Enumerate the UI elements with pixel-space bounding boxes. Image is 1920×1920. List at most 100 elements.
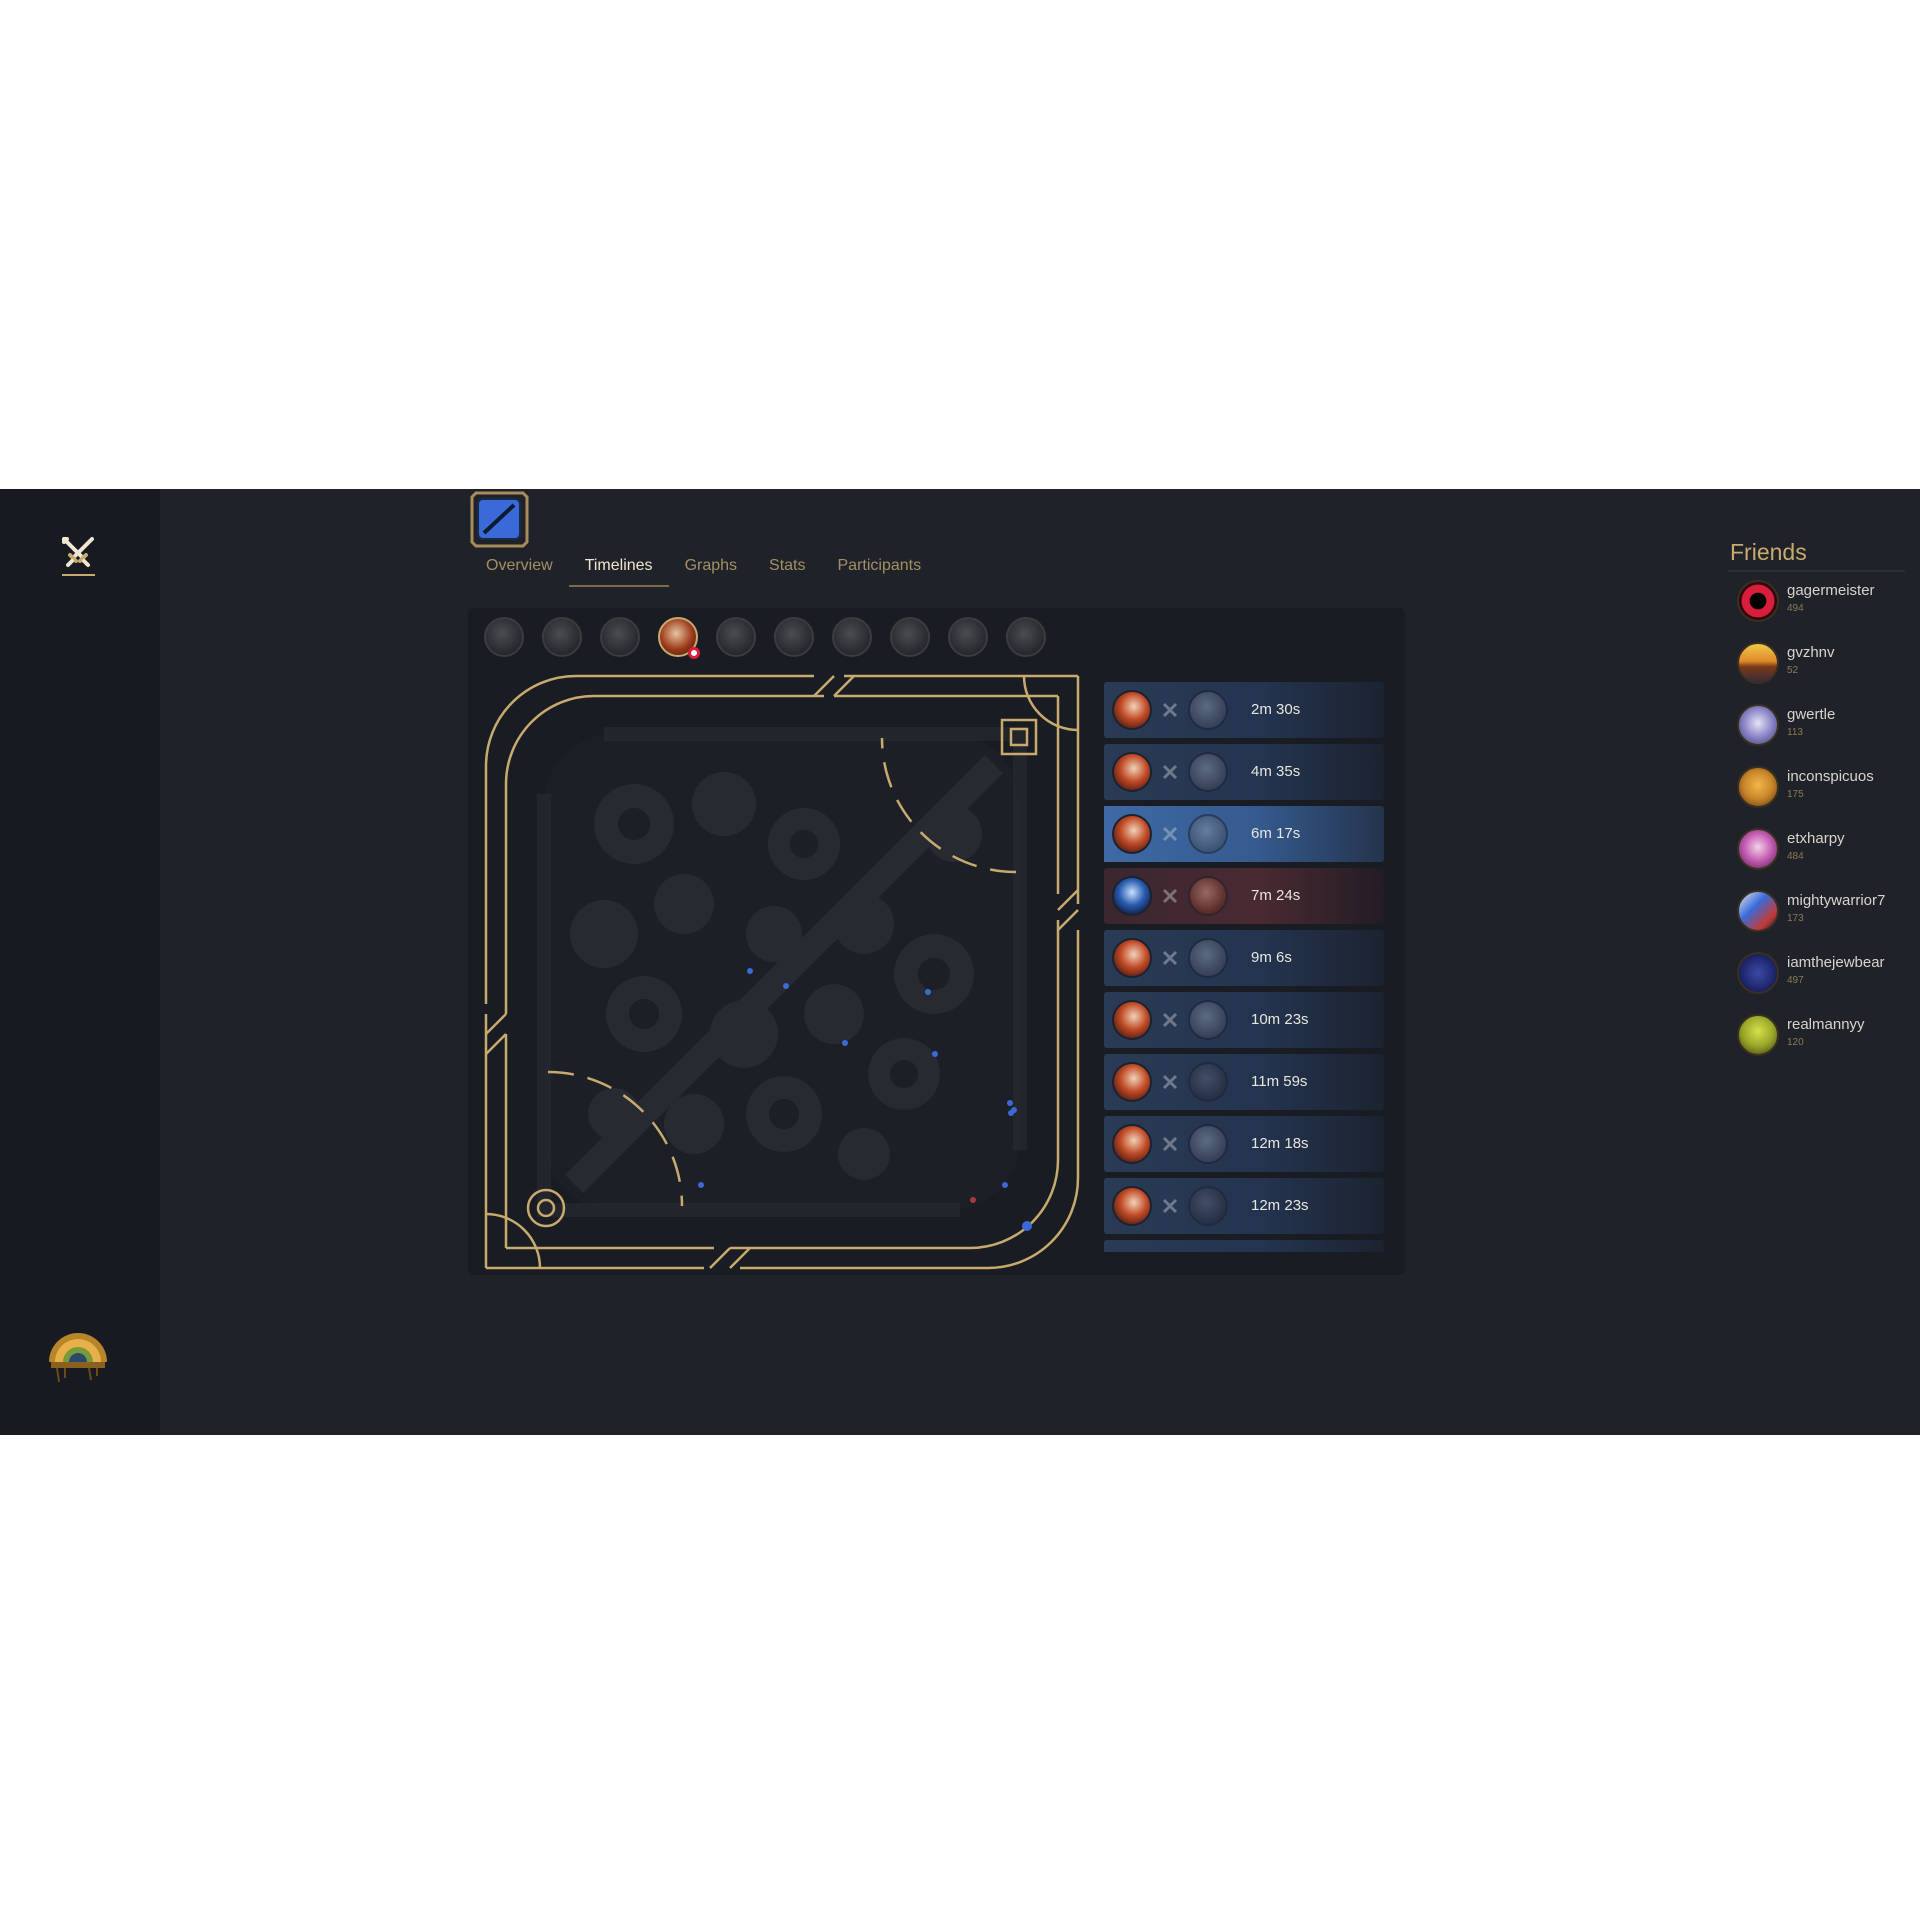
friend-avatar	[1737, 580, 1779, 622]
friend-item[interactable]: inconspicuos 175	[1728, 766, 1908, 828]
killer-portrait	[1112, 752, 1152, 792]
champion-filter-1[interactable]	[484, 617, 524, 657]
sword-icon	[1162, 888, 1178, 904]
friend-level: 484	[1787, 851, 1804, 862]
victim-portrait	[1188, 1124, 1228, 1164]
event-time: 4m 35s	[1251, 763, 1301, 780]
event-time: 6m 17s	[1251, 825, 1301, 842]
event-row-partial[interactable]	[1104, 1240, 1384, 1252]
event-time: 12m 18s	[1251, 1135, 1309, 1152]
killer-portrait	[1112, 690, 1152, 730]
victim-portrait	[1188, 876, 1228, 916]
killer-portrait	[1112, 1124, 1152, 1164]
champion-filter-7[interactable]	[832, 617, 872, 657]
event-row[interactable]: 4m 35s	[1104, 744, 1384, 800]
sword-icon	[1162, 1198, 1178, 1214]
event-time: 9m 6s	[1251, 949, 1292, 966]
kill-event-list[interactable]: 2m 30s 4m 35s 6m 17s 7m 24s 9m 6s 10m 23…	[1104, 682, 1384, 1252]
tab-stats[interactable]: Stats	[753, 551, 821, 587]
killer-portrait	[1112, 938, 1152, 978]
champion-filter-6[interactable]	[774, 617, 814, 657]
victim-portrait	[1188, 752, 1228, 792]
tab-timelines[interactable]: Timelines	[568, 551, 669, 587]
victim-portrait	[1188, 690, 1228, 730]
event-row[interactable]: 9m 6s	[1104, 930, 1384, 986]
friend-name: iamthejewbear	[1787, 954, 1885, 971]
selected-badge-icon	[688, 647, 700, 659]
event-row[interactable]: 2m 30s	[1104, 682, 1384, 738]
friend-avatar	[1737, 828, 1779, 870]
champion-filter-5[interactable]	[716, 617, 756, 657]
event-time: 11m 59s	[1251, 1073, 1308, 1090]
timeline-panel: 2m 30s 4m 35s 6m 17s 7m 24s 9m 6s 10m 23…	[468, 608, 1405, 1275]
minimap[interactable]	[484, 674, 1080, 1270]
tab-participants[interactable]: Participants	[822, 551, 938, 587]
event-row-death[interactable]: 7m 24s	[1104, 868, 1384, 924]
tab-overview[interactable]: Overview	[470, 551, 569, 587]
event-time: 7m 24s	[1251, 887, 1301, 904]
champion-filter-4-selected[interactable]	[658, 617, 700, 659]
event-time: 12m 23s	[1251, 1197, 1309, 1214]
event-row[interactable]: 10m 23s	[1104, 992, 1384, 1048]
profile-avatar[interactable]	[45, 1326, 111, 1392]
champion-portrait-icon	[494, 627, 514, 647]
friend-level: 173	[1787, 913, 1804, 924]
friends-title: Friends	[1728, 539, 1905, 572]
friend-item[interactable]: gwertle 113	[1728, 704, 1908, 766]
event-row-selected[interactable]: 6m 17s	[1104, 806, 1384, 862]
sword-icon	[1162, 764, 1178, 780]
event-time: 2m 30s	[1251, 701, 1301, 718]
friend-item[interactable]: gagermeister 494	[1728, 580, 1908, 642]
event-row[interactable]: 12m 18s	[1104, 1116, 1384, 1172]
champion-filter-2[interactable]	[542, 617, 582, 657]
friend-avatar	[1737, 890, 1779, 932]
friend-name: etxharpy	[1787, 830, 1845, 847]
friend-avatar	[1737, 642, 1779, 684]
sword-icon	[1162, 1074, 1178, 1090]
sword-icon	[1162, 826, 1178, 842]
event-row[interactable]: 12m 23s	[1104, 1178, 1384, 1234]
killer-portrait	[1112, 814, 1152, 854]
event-row[interactable]: 11m 59s	[1104, 1054, 1384, 1110]
friend-name: gwertle	[1787, 706, 1836, 723]
victim-portrait	[1188, 814, 1228, 854]
event-time: 10m 23s	[1251, 1011, 1309, 1028]
friend-item[interactable]: iamthejewbear 497	[1728, 952, 1908, 1014]
crossed-swords-icon[interactable]	[58, 533, 98, 573]
victim-portrait	[1188, 1062, 1228, 1102]
sword-icon	[1162, 1012, 1178, 1028]
tab-bar: Overview Timelines Graphs Stats Particip…	[470, 551, 937, 591]
champion-filter-3[interactable]	[600, 617, 640, 657]
logo-underline	[62, 574, 95, 576]
friend-item[interactable]: gvzhnv 52	[1728, 642, 1908, 704]
friend-level: 113	[1787, 727, 1803, 738]
friend-avatar	[1737, 1014, 1779, 1056]
left-sidebar	[0, 489, 160, 1435]
tab-graphs[interactable]: Graphs	[669, 551, 753, 587]
victim-portrait	[1188, 1000, 1228, 1040]
friend-name: mightywarrior7	[1787, 892, 1886, 909]
friend-name: gvzhnv	[1787, 644, 1835, 661]
map-icon	[470, 491, 529, 548]
friend-level: 52	[1787, 665, 1799, 676]
killer-portrait	[1112, 1000, 1152, 1040]
friend-level: 494	[1787, 603, 1804, 614]
friend-item[interactable]: realmannyy 120	[1728, 1014, 1908, 1076]
client-window: Overview Timelines Graphs Stats Particip…	[0, 489, 1920, 1435]
friend-avatar	[1737, 704, 1779, 746]
champion-filter-10[interactable]	[1006, 617, 1046, 657]
friend-item[interactable]: mightywarrior7 173	[1728, 890, 1908, 952]
friend-name: inconspicuos	[1787, 768, 1874, 785]
friend-item[interactable]: etxharpy 484	[1728, 828, 1908, 890]
victim-portrait	[1188, 1186, 1228, 1226]
killer-portrait	[1112, 876, 1152, 916]
champion-filter-9[interactable]	[948, 617, 988, 657]
friend-level: 497	[1787, 975, 1804, 986]
sword-icon	[1162, 702, 1178, 718]
sword-icon	[1162, 1136, 1178, 1152]
killer-portrait	[1112, 1186, 1152, 1226]
friend-level: 120	[1787, 1037, 1804, 1048]
friend-name: gagermeister	[1787, 582, 1875, 599]
victim-portrait	[1188, 938, 1228, 978]
champion-filter-8[interactable]	[890, 617, 930, 657]
